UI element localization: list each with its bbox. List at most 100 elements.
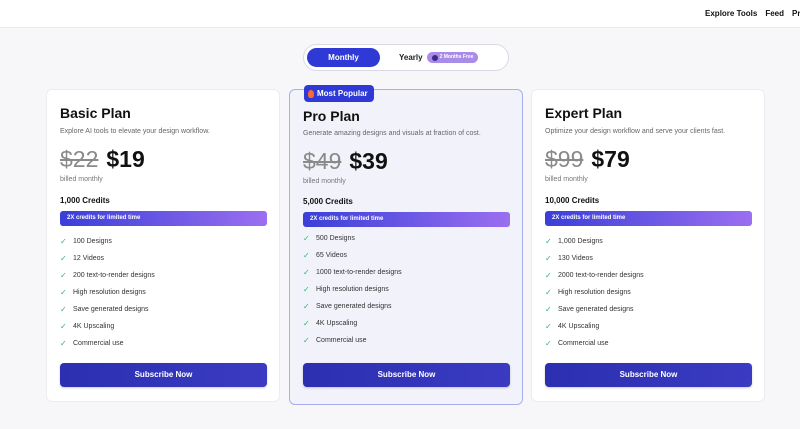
feature-item: ✓ Save generated designs <box>60 301 155 318</box>
nav-pricing[interactable]: Pri <box>792 9 800 18</box>
check-icon: ✓ <box>60 339 67 348</box>
check-icon: ✓ <box>303 268 310 277</box>
feature-item: ✓ 2000 text-to-render designs <box>545 267 644 284</box>
plan-name: Expert Plan <box>545 105 623 121</box>
plan-card-expert: Expert Plan Optimize your design workflo… <box>531 89 765 402</box>
gift-icon <box>431 54 438 61</box>
feature-label: 1000 text-to-render designs <box>316 269 402 276</box>
plan-card-basic: Basic Plan Explore AI tools to elevate y… <box>46 89 280 402</box>
feature-item: ✓ 1,000 Designs <box>545 233 644 250</box>
check-icon: ✓ <box>545 288 552 297</box>
feature-label: Save generated designs <box>558 306 634 313</box>
feature-label: 12 Videos <box>73 255 105 262</box>
feature-label: 2000 text-to-render designs <box>558 272 644 279</box>
check-icon: ✓ <box>303 234 310 243</box>
price-row: $99 $79 <box>545 146 630 173</box>
feature-label: High resolution designs <box>558 289 631 296</box>
feature-label: 100 Designs <box>73 238 112 245</box>
feature-item: ✓ 65 Videos <box>303 247 402 264</box>
plan-name: Pro Plan <box>303 108 360 124</box>
feature-item: ✓ 4K Upscaling <box>60 318 155 335</box>
old-price: $49 <box>303 148 342 174</box>
billing-note: billed monthly <box>303 178 346 185</box>
subscribe-button[interactable]: Subscribe Now <box>303 363 510 387</box>
yearly-option[interactable]: Yearly 2 Months Free <box>399 48 479 67</box>
feature-item: ✓ 200 text-to-render designs <box>60 267 155 284</box>
feature-label: High resolution designs <box>316 286 389 293</box>
feature-item: ✓ Save generated designs <box>545 301 644 318</box>
feature-label: 65 Videos <box>316 252 348 259</box>
monthly-option[interactable]: Monthly <box>307 48 380 67</box>
most-popular-badge: Most Popular <box>304 85 374 102</box>
feature-list: ✓ 100 Designs ✓ 12 Videos ✓ 200 text-to-ren… <box>60 233 155 352</box>
credits-label: 5,000 Credits <box>303 197 353 206</box>
subscribe-button[interactable]: Subscribe Now <box>60 363 267 387</box>
check-icon: ✓ <box>60 288 67 297</box>
feature-item: ✓ High resolution designs <box>60 284 155 301</box>
plan-card-pro: Most Popular Pro Plan Generate amazing d… <box>289 85 523 405</box>
billing-note: billed monthly <box>545 176 588 183</box>
feature-item: ✓ Commercial use <box>60 335 155 352</box>
check-icon: ✓ <box>545 305 552 314</box>
feature-label: 200 text-to-render designs <box>73 272 155 279</box>
feature-label: 4K Upscaling <box>73 323 115 330</box>
feature-list: ✓ 1,000 Designs ✓ 130 Videos ✓ 2000 text-to… <box>545 233 644 352</box>
check-icon: ✓ <box>303 285 310 294</box>
top-nav: Explore Tools Feed Pri <box>705 9 800 18</box>
feature-item: ✓ 1000 text-to-render designs <box>303 264 402 281</box>
feature-label: 4K Upscaling <box>558 323 600 330</box>
nav-explore-tools[interactable]: Explore Tools <box>705 9 757 18</box>
plan-description: Optimize your design workflow and serve … <box>545 128 726 135</box>
feature-label: 500 Designs <box>316 235 355 242</box>
top-bar: Explore Tools Feed Pri <box>0 0 800 28</box>
promo-banner: 2X credits for limited time <box>303 212 510 227</box>
old-price: $99 <box>545 146 584 172</box>
feature-item: ✓ 4K Upscaling <box>303 315 402 332</box>
current-price: $79 <box>591 146 630 172</box>
feature-item: ✓ 4K Upscaling <box>545 318 644 335</box>
feature-label: 130 Videos <box>558 255 593 262</box>
check-icon: ✓ <box>303 251 310 260</box>
feature-item: ✓ Save generated designs <box>303 298 402 315</box>
feature-label: 1,000 Designs <box>558 238 603 245</box>
feature-item: ✓ Commercial use <box>303 332 402 349</box>
check-icon: ✓ <box>60 237 67 246</box>
check-icon: ✓ <box>303 302 310 311</box>
promo-banner: 2X credits for limited time <box>60 211 267 226</box>
feature-item: ✓ 130 Videos <box>545 250 644 267</box>
check-icon: ✓ <box>303 319 310 328</box>
check-icon: ✓ <box>60 271 67 280</box>
current-price: $19 <box>106 146 145 172</box>
feature-item: ✓ 12 Videos <box>60 250 155 267</box>
billing-note: billed monthly <box>60 176 103 183</box>
feature-item: ✓ 500 Designs <box>303 230 402 247</box>
price-row: $22 $19 <box>60 146 145 173</box>
plan-description: Explore AI tools to elevate your design … <box>60 128 210 135</box>
feature-label: High resolution designs <box>73 289 146 296</box>
check-icon: ✓ <box>545 254 552 263</box>
check-icon: ✓ <box>545 322 552 331</box>
credits-label: 10,000 Credits <box>545 196 600 205</box>
check-icon: ✓ <box>545 271 552 280</box>
billing-toggle: Monthly Yearly 2 Months Free <box>303 44 509 71</box>
feature-label: 4K Upscaling <box>316 320 358 327</box>
old-price: $22 <box>60 146 99 172</box>
nav-feed[interactable]: Feed <box>765 9 784 18</box>
feature-label: Save generated designs <box>316 303 392 310</box>
credits-label: 1,000 Credits <box>60 196 110 205</box>
feature-label: Commercial use <box>316 337 367 344</box>
check-icon: ✓ <box>60 254 67 263</box>
most-popular-label: Most Popular <box>317 89 368 98</box>
flame-icon <box>308 89 314 98</box>
check-icon: ✓ <box>545 339 552 348</box>
price-row: $49 $39 <box>303 148 388 175</box>
check-icon: ✓ <box>60 322 67 331</box>
feature-label: Commercial use <box>73 340 124 347</box>
check-icon: ✓ <box>303 336 310 345</box>
yearly-label: Yearly <box>399 53 423 62</box>
check-icon: ✓ <box>545 237 552 246</box>
plan-name: Basic Plan <box>60 105 131 121</box>
subscribe-button[interactable]: Subscribe Now <box>545 363 752 387</box>
feature-item: ✓ Commercial use <box>545 335 644 352</box>
feature-item: ✓ High resolution designs <box>545 284 644 301</box>
